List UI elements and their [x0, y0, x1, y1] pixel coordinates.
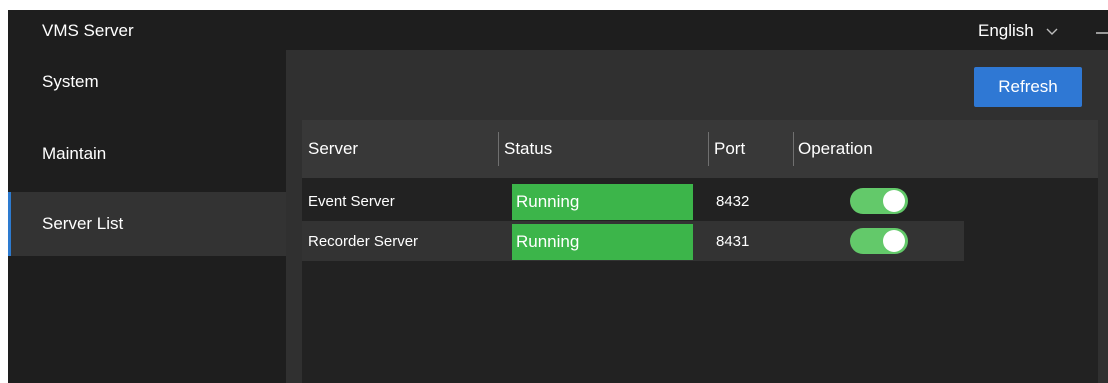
minimize-button[interactable]	[1096, 32, 1108, 34]
server-name: Recorder Server	[308, 232, 419, 250]
table-header: Server Status Port Operation	[302, 120, 1098, 178]
toggle-knob	[883, 230, 905, 252]
app-window: VMS Server English System Maintain Serve…	[8, 10, 1108, 383]
column-divider	[708, 132, 709, 166]
main-content: Refresh Server Status Port Operation Eve…	[286, 50, 1108, 383]
refresh-button[interactable]: Refresh	[974, 67, 1082, 107]
status-badge: Running	[512, 224, 693, 260]
column-header-status: Status	[504, 139, 553, 158]
sidebar-item-label: Maintain	[42, 144, 107, 163]
sidebar-item-system[interactable]: System	[8, 50, 286, 114]
sidebar-item-server-list[interactable]: Server List	[8, 192, 286, 256]
column-header-server: Server	[308, 139, 359, 158]
column-divider	[498, 132, 499, 166]
port-value: 8432	[716, 192, 750, 210]
server-table: Server Status Port Operation Event Serve…	[302, 120, 1098, 383]
column-header-operation: Operation	[798, 139, 873, 158]
table-row: Recorder Server Running 8431	[302, 221, 964, 261]
operation-toggle[interactable]	[850, 188, 908, 214]
chevron-down-icon	[1046, 28, 1058, 35]
language-select[interactable]: English	[978, 21, 1058, 41]
column-divider	[793, 132, 794, 166]
table-row: Event Server Running 8432	[302, 181, 964, 221]
sidebar-item-maintain[interactable]: Maintain	[8, 122, 286, 186]
server-name: Event Server	[308, 192, 395, 210]
status-badge: Running	[512, 184, 693, 220]
toggle-knob	[883, 190, 905, 212]
column-header-port: Port	[714, 139, 746, 158]
operation-toggle[interactable]	[850, 228, 908, 254]
sidebar: System Maintain Server List	[8, 50, 286, 383]
title-bar: VMS Server English	[8, 10, 1108, 50]
sidebar-item-label: Server List	[42, 214, 124, 233]
sidebar-item-label: System	[42, 72, 99, 91]
language-value: English	[978, 21, 1034, 40]
app-title: VMS Server	[42, 21, 134, 40]
port-value: 8431	[716, 232, 750, 250]
